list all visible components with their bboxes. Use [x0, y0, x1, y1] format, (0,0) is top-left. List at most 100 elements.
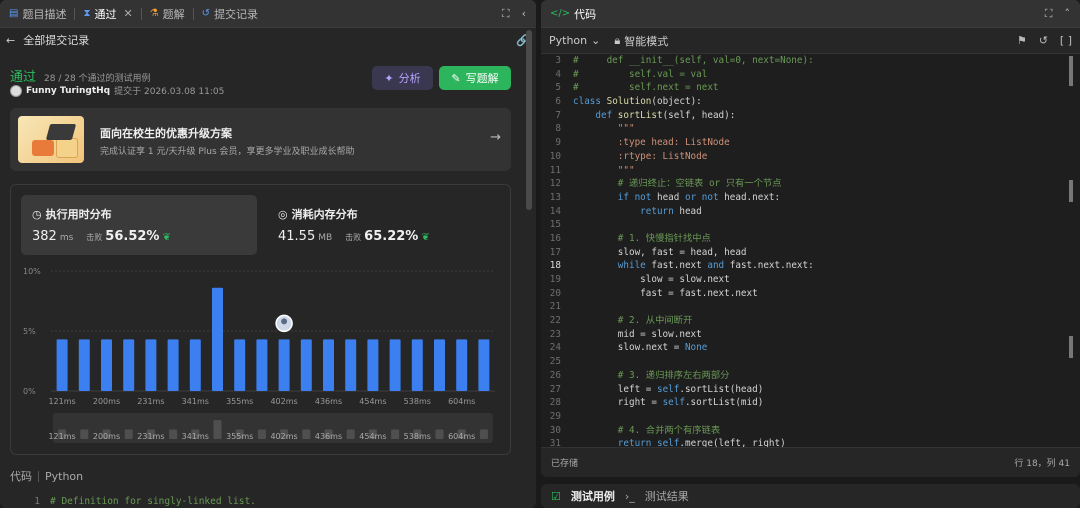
code-line[interactable]: 13 if not head or not head.next:: [541, 191, 1080, 205]
runtime-card[interactable]: ◷ 执行用时分布 382 ms 击败 56.52% ❦: [21, 195, 257, 255]
code-line[interactable]: 30 # 4. 合并两个有序链表: [541, 424, 1080, 438]
line-number: 8: [555, 123, 561, 135]
code-line[interactable]: 3 # def __init__(self, val=0, next=None):: [541, 54, 1080, 68]
chart-bar: [411, 339, 423, 391]
reset-icon[interactable]: ↺: [1039, 34, 1048, 47]
code-line[interactable]: 14 return head: [541, 205, 1080, 219]
code-line[interactable]: 4 # self.val = val: [541, 68, 1080, 82]
code-line[interactable]: 6 class Solution(object):: [541, 95, 1080, 109]
user-marker-avatar-head: [281, 318, 288, 325]
editor-scrollbar[interactable]: [1069, 56, 1075, 436]
maximize-icon[interactable]: ⛶: [502, 7, 510, 21]
code-text: # def __init__(self, val=0, next=None):: [573, 55, 814, 66]
code-editor[interactable]: 3 # def __init__(self, val=0, next=None):…: [541, 54, 1080, 447]
runtime-unit: ms: [59, 233, 74, 243]
code-text: class Solution(object):: [573, 96, 702, 108]
code-line[interactable]: 22 # 2. 从中间断开: [541, 314, 1080, 328]
navigator-bar: [257, 429, 266, 439]
x-tick-label: 454ms: [359, 397, 386, 406]
navigator-bar: [479, 429, 488, 439]
line-number: 18: [549, 260, 561, 272]
code-line[interactable]: 28 right = self.sortList(mid): [541, 396, 1080, 410]
code-line[interactable]: 26 # 3. 递归排序左右两部分: [541, 369, 1080, 383]
code-line[interactable]: 25: [541, 355, 1080, 369]
language-select[interactable]: Python ⌄: [549, 34, 600, 47]
tab-submissions[interactable]: ↺ 提交记录: [199, 0, 261, 28]
back-arrow-icon[interactable]: ←: [6, 34, 15, 47]
code-text: # 3. 递归排序左右两部分: [617, 369, 730, 381]
code-line[interactable]: 10 :rtype: ListNode: [541, 150, 1080, 164]
left-scrollbar[interactable]: [526, 30, 532, 210]
code-line[interactable]: 7 def sortList(self, head):: [541, 109, 1080, 123]
tab-test-results[interactable]: 测试结果: [645, 488, 689, 504]
mode-label: 智能模式: [624, 34, 669, 48]
code-line[interactable]: 8 """: [541, 122, 1080, 136]
line-number: 17: [549, 246, 561, 258]
chart-bar: [278, 339, 290, 391]
y-tick-label: 5%: [23, 327, 36, 336]
tab-solutions[interactable]: ⚗ 题解: [147, 0, 188, 28]
code-line[interactable]: 16 # 1. 快慢指针找中点: [541, 232, 1080, 246]
chart-bar: [78, 339, 90, 391]
x-tick-label: 355ms: [226, 397, 253, 406]
close-icon[interactable]: ✕: [123, 7, 132, 20]
navigator-tick-label: 341ms: [182, 432, 209, 441]
chevron-left-icon[interactable]: ‹: [522, 7, 526, 21]
code-line[interactable]: 17 slow, fast = head, head: [541, 246, 1080, 260]
arrow-right-icon[interactable]: →: [490, 130, 501, 145]
code-line[interactable]: 29: [541, 410, 1080, 424]
promo-banner[interactable]: 面向在校生的优惠升级方案 完成认证享 1 元/天升级 Plus 会员，享更多学业…: [10, 108, 511, 171]
brackets-icon[interactable]: [ ]: [1060, 34, 1072, 47]
x-tick-label: 200ms: [93, 397, 120, 406]
write-solution-button[interactable]: ✎ 写题解: [439, 66, 511, 90]
code-text: mid = slow.next: [573, 328, 702, 340]
code-text: fast = fast.next.next: [573, 287, 758, 299]
code-line[interactable]: 20 fast = fast.next.next: [541, 287, 1080, 301]
tab-description[interactable]: ▤ 题目描述: [6, 0, 69, 28]
analyze-button[interactable]: ✦ 分析: [372, 66, 433, 90]
code-line[interactable]: 23 mid = slow.next: [541, 328, 1080, 342]
maximize-icon[interactable]: ⛶: [1045, 7, 1053, 21]
navigator-bar: [213, 420, 222, 439]
line-number: 30: [549, 424, 561, 436]
code-line[interactable]: 9 :type head: ListNode: [541, 136, 1080, 150]
navigator-tick-label: 121ms: [48, 432, 75, 441]
app-root: ▤ 题目描述 ⧗ 通过 ✕ ⚗ 题解 ↺ 提交记录 ⛶ ‹ ← 全部提交记录 🔗…: [0, 0, 1080, 508]
code-label: 代码: [10, 470, 32, 483]
x-tick-label: 604ms: [448, 397, 475, 406]
x-tick-label: 231ms: [137, 397, 164, 406]
y-tick-label: 0%: [23, 387, 36, 396]
line-number: 21: [549, 301, 561, 313]
code-line[interactable]: 19 slow = slow.next: [541, 273, 1080, 287]
code-line[interactable]: 15: [541, 218, 1080, 232]
all-submissions-link[interactable]: 全部提交记录: [23, 32, 89, 48]
code-line[interactable]: 24 slow.next = None: [541, 341, 1080, 355]
code-text: # self.val = val: [573, 68, 708, 80]
tab-code[interactable]: </> 代码: [547, 0, 599, 28]
code-line[interactable]: 21: [541, 300, 1080, 314]
promo-illustration-part: [56, 138, 78, 158]
runtime-values: 382 ms 击败 56.52% ❦: [32, 229, 171, 244]
line-number: 15: [549, 219, 561, 231]
code-line[interactable]: 27 left = self.sortList(head): [541, 383, 1080, 397]
code-line[interactable]: 18 while fast.next and fast.next.next:: [541, 259, 1080, 273]
line-number: 16: [549, 232, 561, 244]
smart-mode-toggle[interactable]: 🔒︎ 智能模式: [614, 33, 668, 49]
avatar[interactable]: [10, 84, 22, 97]
x-tick-label: 436ms: [315, 397, 342, 406]
code-line[interactable]: 12 # 递归终止：空链表 or 只有一个节点: [541, 177, 1080, 191]
code-line[interactable]: 31 return self.merge(left, right): [541, 437, 1080, 447]
tab-test-cases[interactable]: 测试用例: [571, 488, 615, 504]
line-number: 9: [555, 137, 561, 149]
code-line: # Definition for singly-linked list.: [50, 496, 256, 507]
username[interactable]: Funny TuringtHq: [26, 86, 110, 96]
code-line[interactable]: 11 """: [541, 164, 1080, 178]
code-text: # 4. 合并两个有序链表: [617, 424, 721, 436]
left-code-header: 代码 Python: [10, 468, 83, 484]
chevron-up-icon[interactable]: ˄: [1065, 7, 1071, 21]
divider: [38, 470, 39, 482]
bookmark-icon[interactable]: ⚑: [1017, 34, 1027, 47]
tab-passed[interactable]: ⧗ 通过 ✕: [80, 0, 135, 28]
code-line[interactable]: 5 # self.next = next: [541, 81, 1080, 95]
memory-card[interactable]: ◎ 消耗内存分布 41.55 MB 击败 65.22% ❦: [267, 195, 503, 255]
